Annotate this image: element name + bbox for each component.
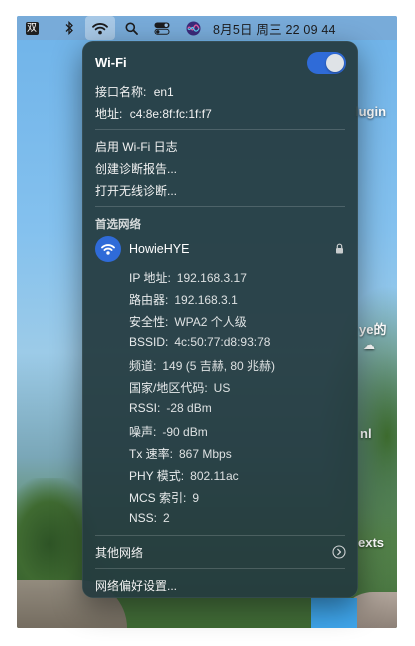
network-detail-row: PHY 模式: 802.11ac [129, 467, 239, 484]
bluetooth-icon [65, 21, 73, 35]
network-detail-label: 频道: [129, 359, 157, 373]
network-preferences-item[interactable]: 网络偏好设置... [95, 577, 177, 594]
address-value: c4:8e:8f:fc:1f:f7 [129, 107, 212, 121]
desktop-blue-block [311, 598, 357, 628]
wifi-toggle[interactable] [307, 52, 346, 74]
wifi-icon [92, 22, 108, 34]
network-detail-label: RSSI: [129, 401, 161, 415]
bluetooth-menu[interactable] [57, 16, 81, 40]
lock-icon [336, 243, 343, 254]
input-method-menu[interactable]: 双 [21, 16, 43, 40]
input-method-icon: 双 [25, 21, 39, 35]
siri-icon [186, 21, 200, 35]
wifi-title: Wi-Fi [95, 55, 127, 70]
siri-menu[interactable] [181, 16, 205, 40]
network-detail-value: 149 (5 吉赫, 80 兆赫) [162, 359, 276, 373]
preferred-networks-heading: 首选网络 [95, 219, 141, 231]
separator [95, 129, 345, 130]
network-detail-row: BSSID: 4c:50:77:d8:93:78 [129, 335, 270, 349]
desktop-window-text-nl: nl [360, 426, 372, 441]
interface-value: en1 [153, 85, 174, 99]
network-detail-value: 192.168.3.1 [174, 293, 238, 307]
network-detail-label: PHY 模式: [129, 469, 185, 483]
network-detail-row: IP 地址: 192.168.3.17 [129, 269, 247, 286]
network-detail-value: 9 [192, 491, 200, 505]
network-detail-label: Tx 速率: [129, 447, 173, 461]
wifi-menu-panel: Wi-Fi 接口名称: en1 地址: c4:8e:8f:fc:1f:f7 启用… [82, 41, 358, 598]
menu-item-enable-wifi-logging[interactable]: 启用 Wi-Fi 日志 [95, 138, 178, 155]
menu-item-create-diagnostics-report[interactable]: 创建诊断报告... [95, 160, 177, 177]
network-detail-row: NSS: 2 [129, 511, 170, 525]
network-wifi-icon [95, 236, 121, 262]
network-detail-row: Tx 速率: 867 Mbps [129, 445, 232, 462]
network-detail-row: 路由器: 192.168.3.1 [129, 291, 238, 308]
network-detail-row: 噪声: -90 dBm [129, 423, 208, 440]
desktop-window-text-exts: exts [358, 535, 385, 550]
network-detail-label: BSSID: [129, 335, 169, 349]
desktop-window-text-ye: ye的 [359, 322, 387, 337]
control-center-menu[interactable] [149, 16, 175, 40]
search-icon [125, 22, 138, 35]
desktop-window-text-plugin: lugin [355, 104, 387, 119]
network-detail-value: US [213, 381, 231, 395]
chevron-right-icon[interactable] [332, 545, 346, 559]
network-detail-label: 路由器: [129, 293, 169, 307]
network-detail-value: -28 dBm [166, 401, 212, 415]
wifi-menu[interactable] [85, 16, 115, 40]
network-detail-row: 频道: 149 (5 吉赫, 80 兆赫) [129, 357, 275, 374]
network-detail-label: NSS: [129, 511, 158, 525]
interface-label: 接口名称: [95, 85, 147, 99]
control-center-icon [154, 22, 170, 35]
other-networks-item[interactable]: 其他网络 [95, 544, 143, 561]
interface-info: 接口名称: en1 [95, 83, 174, 100]
network-detail-row: RSSI: -28 dBm [129, 401, 212, 415]
network-detail-value: WPA2 个人级 [174, 315, 247, 329]
menu-bar: 双 8月5日 周三 22 09 44 [17, 16, 397, 40]
separator [95, 568, 345, 569]
address-info: 地址: c4:8e:8f:fc:1f:f7 [95, 105, 212, 122]
network-detail-label: 安全性: [129, 315, 169, 329]
network-detail-value: -90 dBm [162, 425, 208, 439]
network-detail-value: 802.11ac [190, 469, 239, 483]
menu-item-open-wireless-diagnostics[interactable]: 打开无线诊断... [95, 182, 177, 199]
network-detail-label: 噪声: [129, 425, 157, 439]
network-detail-value: 867 Mbps [179, 447, 232, 461]
network-name[interactable]: HowieHYE [129, 242, 189, 256]
network-detail-label: IP 地址: [129, 271, 171, 285]
network-detail-label: 国家/地区代码: [129, 381, 208, 395]
separator [95, 535, 345, 536]
separator [95, 206, 345, 207]
network-detail-value: 2 [163, 511, 170, 525]
network-detail-row: 安全性: WPA2 个人级 [129, 313, 247, 330]
network-detail-label: MCS 索引: [129, 491, 187, 505]
wifi-toggle-knob [326, 54, 344, 72]
network-detail-value: 192.168.3.17 [176, 271, 247, 285]
spotlight-menu[interactable] [119, 16, 143, 40]
network-detail-row: MCS 索引: 9 [129, 489, 199, 506]
network-detail-row: 国家/地区代码: US [129, 379, 230, 396]
network-detail-value: 4c:50:77:d8:93:78 [174, 335, 271, 349]
menubar-clock[interactable]: 8月5日 周三 22 09 44 [213, 16, 336, 40]
cloud-icon: ☁ [363, 338, 375, 352]
address-label: 地址: [95, 107, 123, 121]
